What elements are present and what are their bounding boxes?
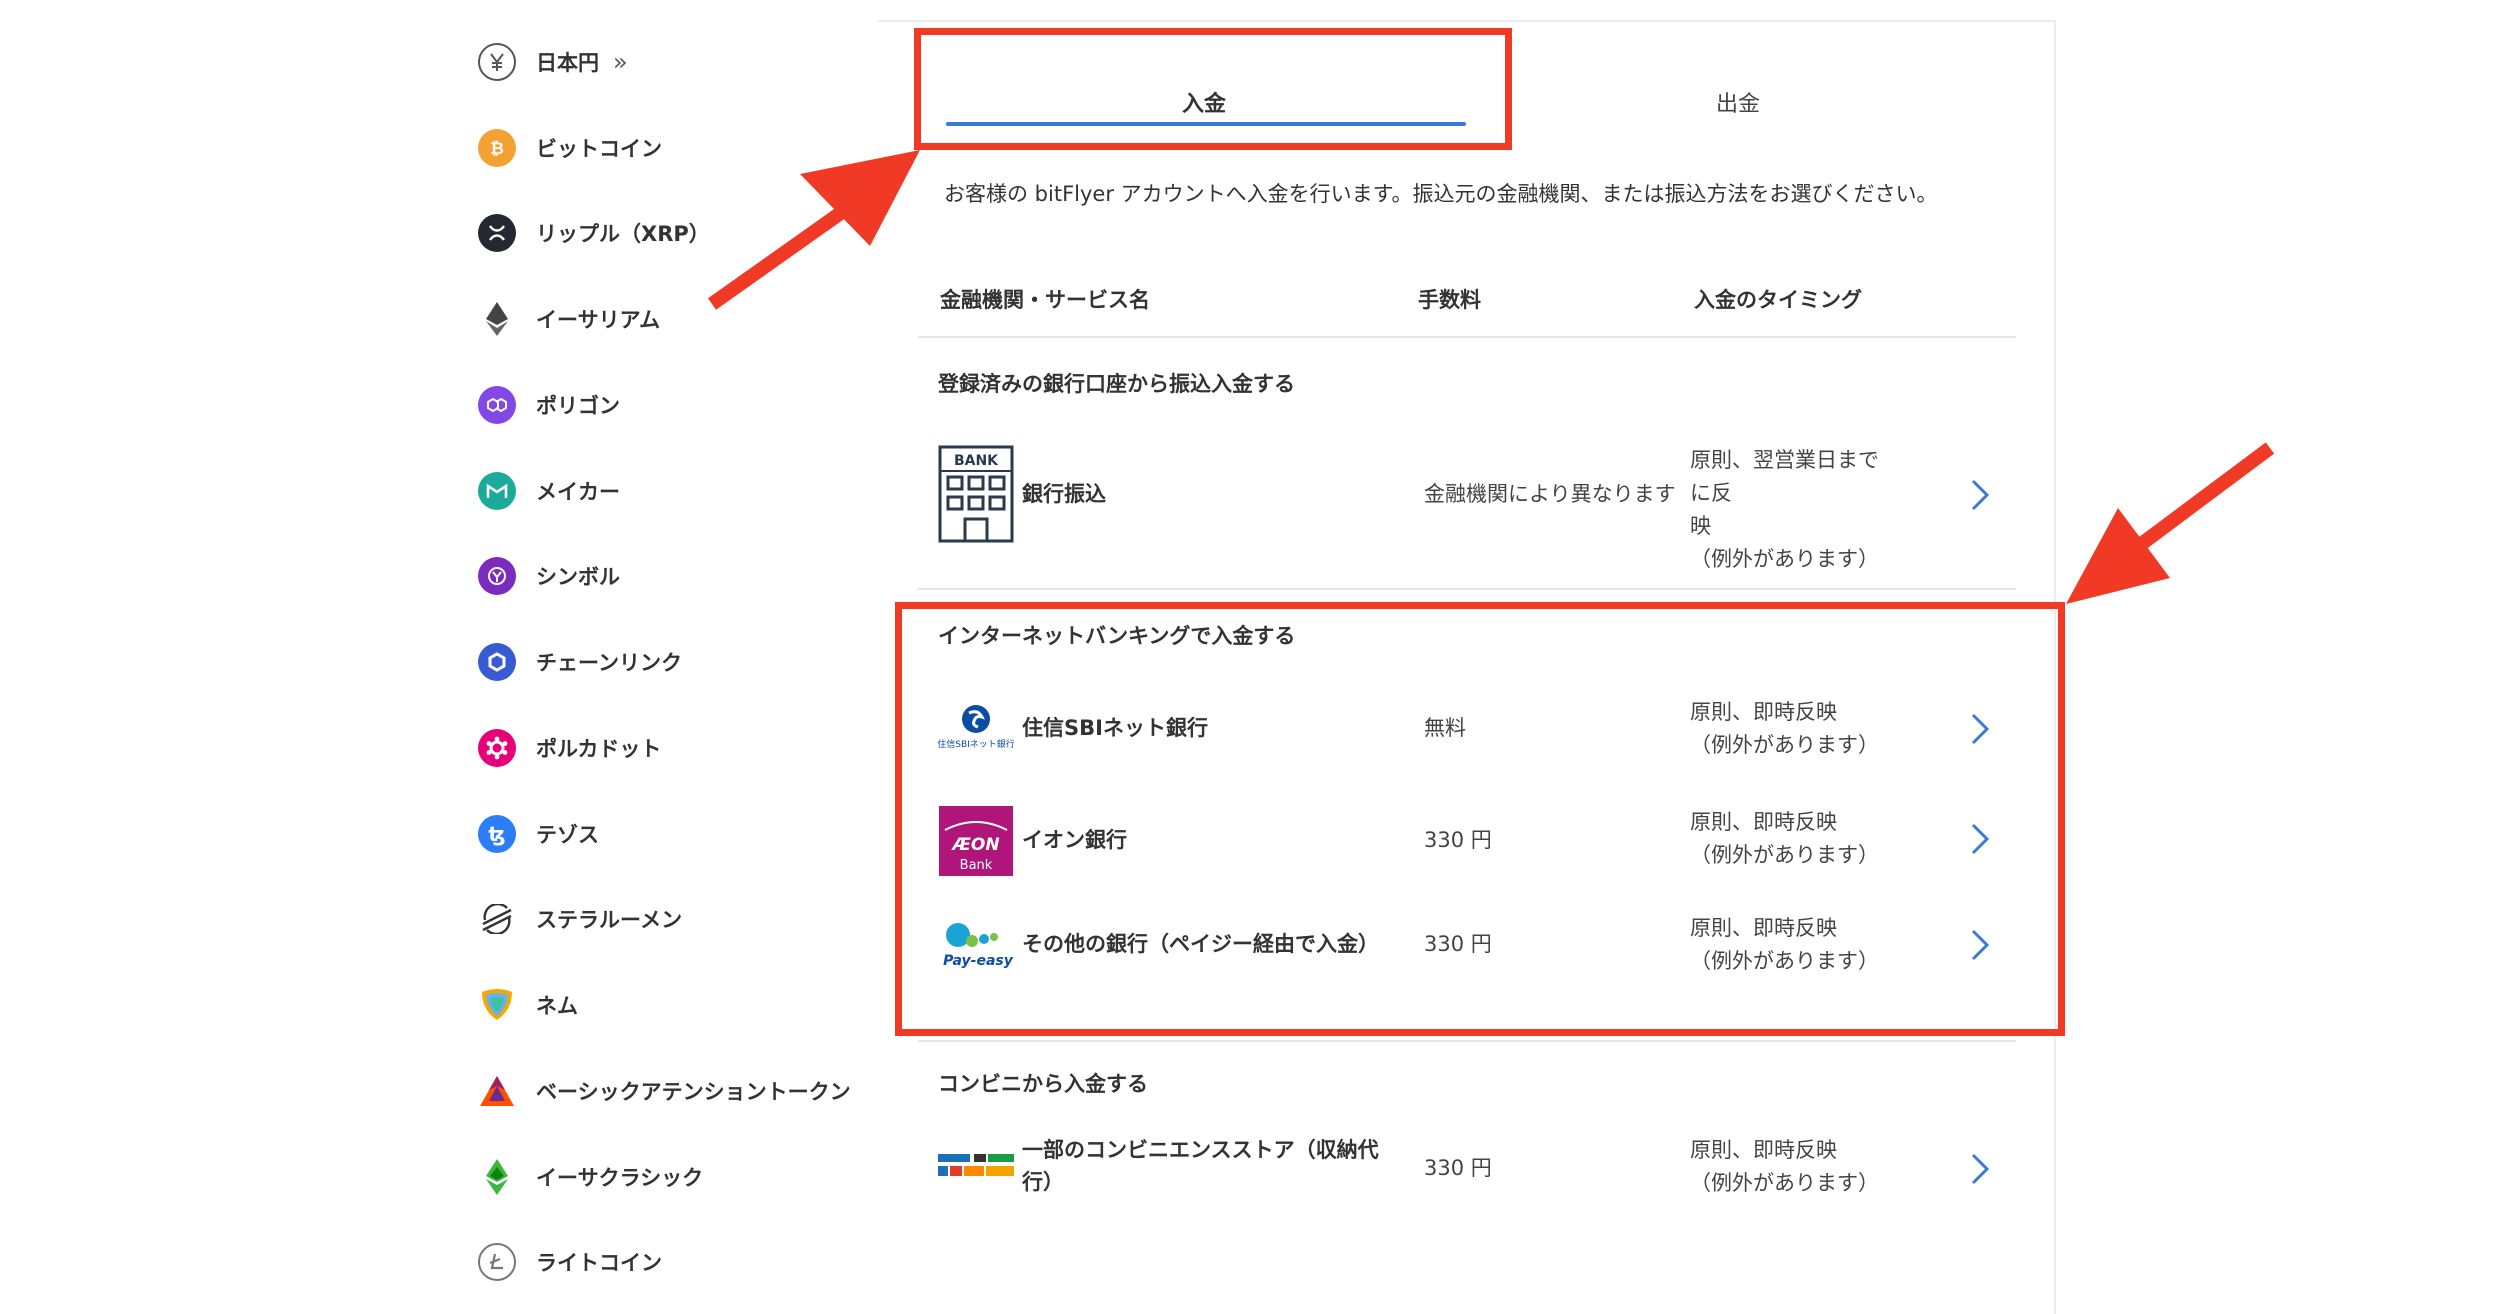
chainlink-icon xyxy=(478,643,516,681)
option-timing: 原則、即時反映 （例外があります） xyxy=(1690,700,1879,757)
section-title-registered-bank: 登録済みの銀行口座から振込入金する xyxy=(938,372,1295,396)
stellar-icon xyxy=(478,900,516,938)
deposit-option-bank-transfer[interactable]: BANK 銀行振込 金融機関により異なります 原則、翌営業日までに反 映 （例外… xyxy=(918,444,2016,571)
chevron-right-icon xyxy=(1971,823,1990,855)
chevron-right-icon xyxy=(1971,929,1990,961)
sidebar-item-ltc[interactable]: ライトコイン xyxy=(478,1232,662,1292)
option-fee: 無料 xyxy=(1424,716,1466,740)
nem-icon xyxy=(478,986,516,1024)
sbi-bank-logo: 住信SBIネット銀行 xyxy=(938,698,1014,758)
column-header-fee: 手数料 xyxy=(1418,288,1481,312)
option-name: 住信SBIネット銀行 xyxy=(1022,716,1208,740)
option-name: 一部のコンビニエンスストア（収納代 行） xyxy=(1022,1138,1379,1194)
column-header-timing: 入金のタイミング xyxy=(1694,288,1862,312)
option-timing: 原則、翌営業日までに反 映 （例外があります） xyxy=(1690,448,1879,571)
option-fee: 330 円 xyxy=(1424,932,1492,956)
deposit-option-sbi-net-bank[interactable]: 住信SBIネット銀行 住信SBIネット銀行 無料 原則、即時反映 （例外がありま… xyxy=(918,698,2016,798)
deposit-option-convenience-store[interactable]: 一部のコンビニエンスストア（収納代 行） 330 円 原則、即時反映 （例外があ… xyxy=(918,1132,2016,1232)
bat-icon xyxy=(478,1072,516,1110)
bank-building-icon: BANK xyxy=(938,444,1014,544)
sidebar-item-bat[interactable]: ベーシックアテンショントークン xyxy=(478,1061,851,1121)
option-fee: 金融機関により異なります xyxy=(1424,482,1676,506)
header-divider xyxy=(918,336,2016,338)
sidebar-item-matic[interactable]: ポリゴン xyxy=(478,375,620,435)
pay-easy-logo: Pay-easy xyxy=(938,912,1014,978)
polkadot-icon xyxy=(478,729,516,767)
chevron-right-icon xyxy=(1971,479,1990,511)
option-name: イオン銀行 xyxy=(1022,828,1127,852)
maker-icon xyxy=(478,472,516,510)
option-name: 銀行振込 xyxy=(1022,482,1106,506)
convenience-store-logos xyxy=(938,1132,1014,1202)
section-divider xyxy=(918,588,2016,590)
tezos-icon: ꜩ xyxy=(478,815,516,853)
tab-withdraw[interactable]: 出金 xyxy=(1468,72,2008,132)
currency-sidebar: 日本円 » ₿ ビットコイン リップル（XRP） イーサリアム ポリゴン メイカ… xyxy=(0,0,880,1312)
sidebar-item-eth[interactable]: イーサリアム xyxy=(478,289,660,349)
chevron-double-right-icon: » xyxy=(613,48,628,76)
option-fee: 330 円 xyxy=(1424,1156,1492,1180)
ethereum-icon xyxy=(478,300,516,338)
active-tab-indicator xyxy=(946,122,1466,126)
sidebar-item-xtz[interactable]: ꜩ テゾス xyxy=(478,804,599,864)
section-divider xyxy=(918,1040,2016,1042)
chevron-right-icon xyxy=(1971,713,1990,745)
chevron-right-icon xyxy=(1971,1153,1990,1185)
yen-icon xyxy=(478,43,516,81)
litecoin-icon xyxy=(478,1243,516,1281)
section-title-convenience-store: コンビニから入金する xyxy=(938,1072,1148,1096)
svg-text:ꜩ: ꜩ xyxy=(488,822,505,846)
deposit-panel: 入金 出金 お客様の bitFlyer アカウントへ入金を行います。振込元の金融… xyxy=(878,20,2056,1314)
svg-text:Bank: Bank xyxy=(960,858,993,873)
sidebar-item-xlm[interactable]: ステラルーメン xyxy=(478,889,682,949)
sidebar-item-link[interactable]: チェーンリンク xyxy=(478,632,682,692)
option-fee: 330 円 xyxy=(1424,828,1492,852)
option-name: その他の銀行（ペイジー経由で入金） xyxy=(1022,932,1379,956)
ethereum-classic-icon xyxy=(478,1158,516,1196)
sidebar-item-xym[interactable]: シンボル xyxy=(478,546,620,606)
aeon-bank-logo: ÆON Bank xyxy=(938,806,1014,876)
bitcoin-icon: ₿ xyxy=(478,129,516,167)
polygon-icon xyxy=(478,386,516,424)
sidebar-item-xrp[interactable]: リップル（XRP） xyxy=(478,203,710,263)
deposit-description: お客様の bitFlyer アカウントへ入金を行います。振込元の金融機関、または… xyxy=(944,182,1938,206)
arrow-head-icon xyxy=(2066,508,2170,604)
sidebar-item-btc[interactable]: ₿ ビットコイン xyxy=(478,118,662,178)
sidebar-item-mkr[interactable]: メイカー xyxy=(478,461,620,521)
option-timing: 原則、即時反映 （例外があります） xyxy=(1690,810,1879,867)
svg-text:ÆON: ÆON xyxy=(950,835,999,855)
section-title-internet-banking: インターネットバンキングで入金する xyxy=(938,624,1296,648)
svg-text:Pay-easy: Pay-easy xyxy=(943,953,1014,969)
column-header-name: 金融機関・サービス名 xyxy=(940,288,1150,312)
sidebar-item-jpy[interactable]: 日本円 » xyxy=(478,32,628,92)
option-timing: 原則、即時反映 （例外があります） xyxy=(1690,916,1879,973)
symbol-icon xyxy=(478,557,516,595)
svg-text:住信SBIネット銀行: 住信SBIネット銀行 xyxy=(938,738,1014,750)
option-timing: 原則、即時反映 （例外があります） xyxy=(1690,1138,1879,1195)
arrow-to-internet-banking xyxy=(2131,442,2275,554)
deposit-option-pay-easy[interactable]: Pay-easy その他の銀行（ペイジー経由で入金） 330 円 原則、即時反映… xyxy=(918,912,2016,1012)
sidebar-item-xem[interactable]: ネム xyxy=(478,975,578,1035)
deposit-option-aeon-bank[interactable]: ÆON Bank イオン銀行 330 円 原則、即時反映 （例外があります） xyxy=(918,806,2016,906)
svg-text:₿: ₿ xyxy=(490,139,504,159)
xrp-icon xyxy=(478,214,516,252)
sidebar-item-dot[interactable]: ポルカドット xyxy=(478,718,661,778)
sidebar-item-etc[interactable]: イーサクラシック xyxy=(478,1147,703,1207)
svg-text:BANK: BANK xyxy=(954,453,999,469)
